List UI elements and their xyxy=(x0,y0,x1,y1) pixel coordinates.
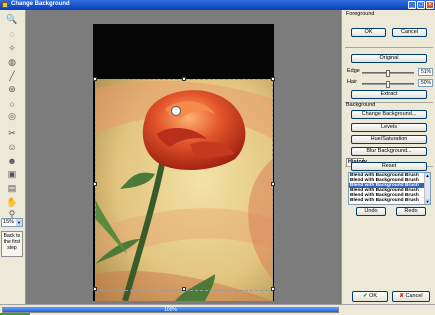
hair-slider-thumb[interactable] xyxy=(386,81,390,88)
left-toolbar: 🔍 ◌ ✧ ◍ ╱ ⊛ ○ ◎ ✂ ☺ ☻ ▣ ▤ ✋ ⚲ 15% ▼ Back to the first … xyxy=(0,10,26,306)
maximize-button[interactable]: □ xyxy=(417,1,425,9)
hue-saturation-button[interactable]: Hue/Saturation xyxy=(351,135,427,144)
resize-handle-bottom-left[interactable] xyxy=(93,287,97,291)
blend-icon[interactable]: ▣ xyxy=(5,168,19,181)
hair-label: Hair xyxy=(347,79,358,85)
image-canvas[interactable] xyxy=(27,10,340,304)
history-scrollbar[interactable]: ▲ ▼ xyxy=(424,173,430,204)
history-list[interactable]: Blend with Background Brush Blend with Ba… xyxy=(348,172,431,205)
cancel-x-icon: ✘ xyxy=(399,293,404,299)
foreground-title: Foreground xyxy=(346,11,375,17)
brush-select-icon[interactable]: ◍ xyxy=(5,56,19,69)
scroll-up-icon[interactable]: ▲ xyxy=(425,173,430,178)
hair-value[interactable]: 50% xyxy=(418,79,433,87)
resize-handle-top-right[interactable] xyxy=(271,77,275,81)
stamp-tool-icon[interactable]: ⊛ xyxy=(5,83,19,96)
zoom-select[interactable]: 15% ▼ xyxy=(1,218,23,227)
ok-button[interactable]: OK xyxy=(351,28,386,37)
scroll-down-icon[interactable]: ▼ xyxy=(425,199,430,204)
resize-handle-bottom-right[interactable] xyxy=(271,287,275,291)
minimize-button[interactable]: _ xyxy=(408,1,416,9)
zoom-value: 15% xyxy=(3,219,15,225)
final-cancel-label: Cancel xyxy=(405,293,423,299)
final-ok-button[interactable]: ✔ OK xyxy=(352,291,388,302)
landscape-icon[interactable]: ▤ xyxy=(5,182,19,195)
redo-button[interactable]: Redo xyxy=(396,207,426,216)
edge-value[interactable]: 51% xyxy=(418,68,433,76)
resize-handle-top[interactable] xyxy=(182,77,186,81)
final-ok-label: OK xyxy=(369,293,378,299)
zoom-tool-icon[interactable]: 🔍 xyxy=(5,13,19,26)
selection-frame xyxy=(95,79,273,291)
original-button[interactable]: Original xyxy=(351,54,427,63)
resize-handle-top-left[interactable] xyxy=(93,77,97,81)
edge-slider-thumb[interactable] xyxy=(386,70,391,77)
window-title: Change Background xyxy=(11,1,70,7)
progress-bar: 100% xyxy=(2,307,339,313)
back-to-first-step-button[interactable]: Back to the first step xyxy=(1,231,23,257)
undo-button[interactable]: Undo xyxy=(356,207,386,216)
magic-wand-icon[interactable]: ✧ xyxy=(5,42,19,55)
line-tool-icon[interactable]: ╱ xyxy=(5,70,19,83)
resize-handle-left[interactable] xyxy=(93,182,97,186)
blur-background-button[interactable]: Blur Background... xyxy=(351,147,427,156)
title-bar: Change Background _ □ ✕ xyxy=(0,0,435,10)
background-title: Background xyxy=(346,102,376,108)
circle-tool-icon[interactable]: ○ xyxy=(5,97,19,110)
cancel-button[interactable]: Cancel xyxy=(392,28,427,37)
resize-handle-right[interactable] xyxy=(271,182,275,186)
lasso-select-icon[interactable]: ◌ xyxy=(5,27,19,40)
levels-button[interactable]: Levels xyxy=(351,123,427,132)
app-icon xyxy=(2,2,8,8)
close-button[interactable]: ✕ xyxy=(426,1,434,9)
reset-button[interactable]: Reset xyxy=(351,162,427,171)
gradient-tool-icon[interactable]: ◎ xyxy=(5,110,19,123)
person-cut-icon[interactable]: ☺ xyxy=(5,140,19,153)
change-background-button[interactable]: Change Background... xyxy=(351,110,427,119)
resize-handle-bottom[interactable] xyxy=(182,287,186,291)
status-bar: 100% xyxy=(0,304,435,315)
chevron-down-icon: ▼ xyxy=(16,219,22,226)
scissors-icon[interactable]: ✂ xyxy=(5,127,19,140)
checkmark-icon: ✔ xyxy=(362,293,368,299)
final-cancel-button[interactable]: ✘ Cancel xyxy=(392,291,430,302)
brush-cursor xyxy=(171,106,181,116)
hair-slider[interactable] xyxy=(362,81,414,88)
extract-button[interactable]: Extract xyxy=(351,90,427,99)
separator xyxy=(345,47,433,48)
eraser-person-icon[interactable]: ☻ xyxy=(5,154,19,167)
right-panel: Foreground OK Cancel Original Edge 51% H… xyxy=(341,10,435,306)
edge-slider[interactable] xyxy=(362,70,414,77)
progress-text: 100% xyxy=(164,307,177,313)
edge-label: Edge xyxy=(347,68,360,74)
history-item[interactable]: Blend with Background Brush xyxy=(349,198,430,203)
